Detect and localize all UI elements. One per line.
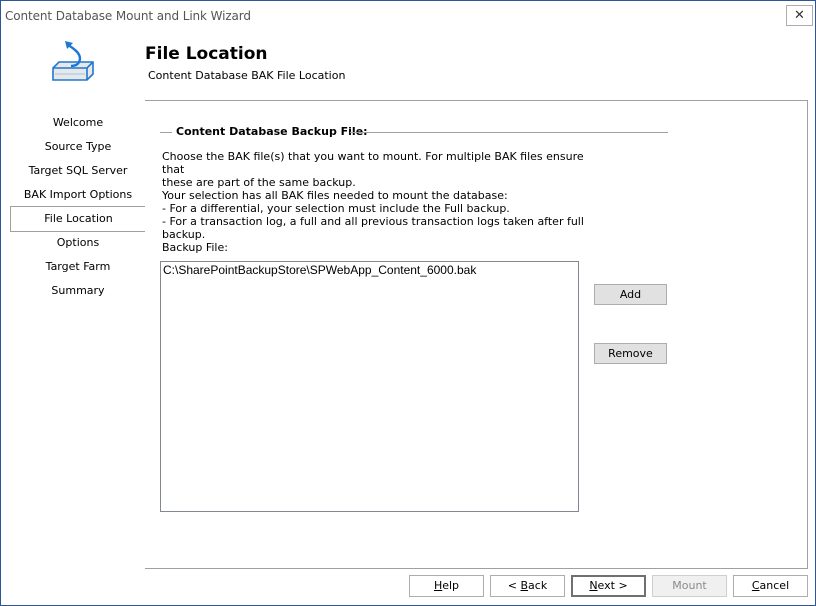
cancel-button[interactable]: Cancel [733, 575, 808, 597]
nav-item-bak-import-options[interactable]: BAK Import Options [10, 184, 146, 206]
nav-item-summary[interactable]: Summary [10, 280, 146, 302]
backup-file-list[interactable]: C:\SharePointBackupStore\SPWebApp_Conten… [160, 261, 579, 512]
remove-button[interactable]: Remove [594, 343, 667, 364]
page-subtitle: Content Database BAK File Location [148, 69, 346, 82]
close-button[interactable]: ✕ [786, 5, 813, 26]
nav-item-file-location[interactable]: File Location [10, 206, 146, 232]
list-item[interactable]: C:\SharePointBackupStore\SPWebApp_Conten… [161, 262, 578, 278]
next-label: ext > [597, 579, 628, 592]
nav-item-source-type[interactable]: Source Type [10, 136, 146, 158]
nav-item-welcome[interactable]: Welcome [10, 112, 146, 134]
database-mount-icon [47, 38, 99, 88]
nav-item-options[interactable]: Options [10, 232, 146, 254]
close-icon: ✕ [794, 8, 805, 23]
add-button[interactable]: Add [594, 284, 667, 305]
next-mnemonic: N [589, 579, 598, 592]
help-button[interactable]: Help [409, 575, 484, 597]
wizard-window: Content Database Mount and Link Wizard ✕… [0, 0, 816, 606]
next-button[interactable]: Next > [571, 575, 646, 597]
title-bar: Content Database Mount and Link Wizard ✕ [1, 1, 815, 31]
back-button[interactable]: < Back [490, 575, 565, 597]
back-label: ack [528, 579, 548, 592]
cancel-label: ancel [759, 579, 790, 592]
backup-file-label: Backup File: [162, 241, 228, 254]
instructions-text: Choose the BAK file(s) that you want to … [162, 150, 584, 241]
group-divider [350, 132, 668, 133]
help-mnemonic: H [433, 579, 443, 592]
group-title: Content Database Backup File: [176, 125, 368, 138]
mount-button: Mount [652, 575, 727, 597]
back-mnemonic: B [520, 579, 529, 592]
back-prefix: < [507, 579, 521, 592]
wizard-steps-nav: Welcome Source Type Target SQL Server BA… [10, 100, 146, 570]
nav-item-target-farm[interactable]: Target Farm [10, 256, 146, 278]
page-title: File Location [145, 44, 268, 64]
help-label: elp [442, 579, 460, 592]
window-title: Content Database Mount and Link Wizard [5, 9, 251, 23]
nav-item-target-sql-server[interactable]: Target SQL Server [10, 160, 146, 182]
group-divider [160, 132, 172, 133]
cancel-mnemonic: C [751, 579, 760, 592]
